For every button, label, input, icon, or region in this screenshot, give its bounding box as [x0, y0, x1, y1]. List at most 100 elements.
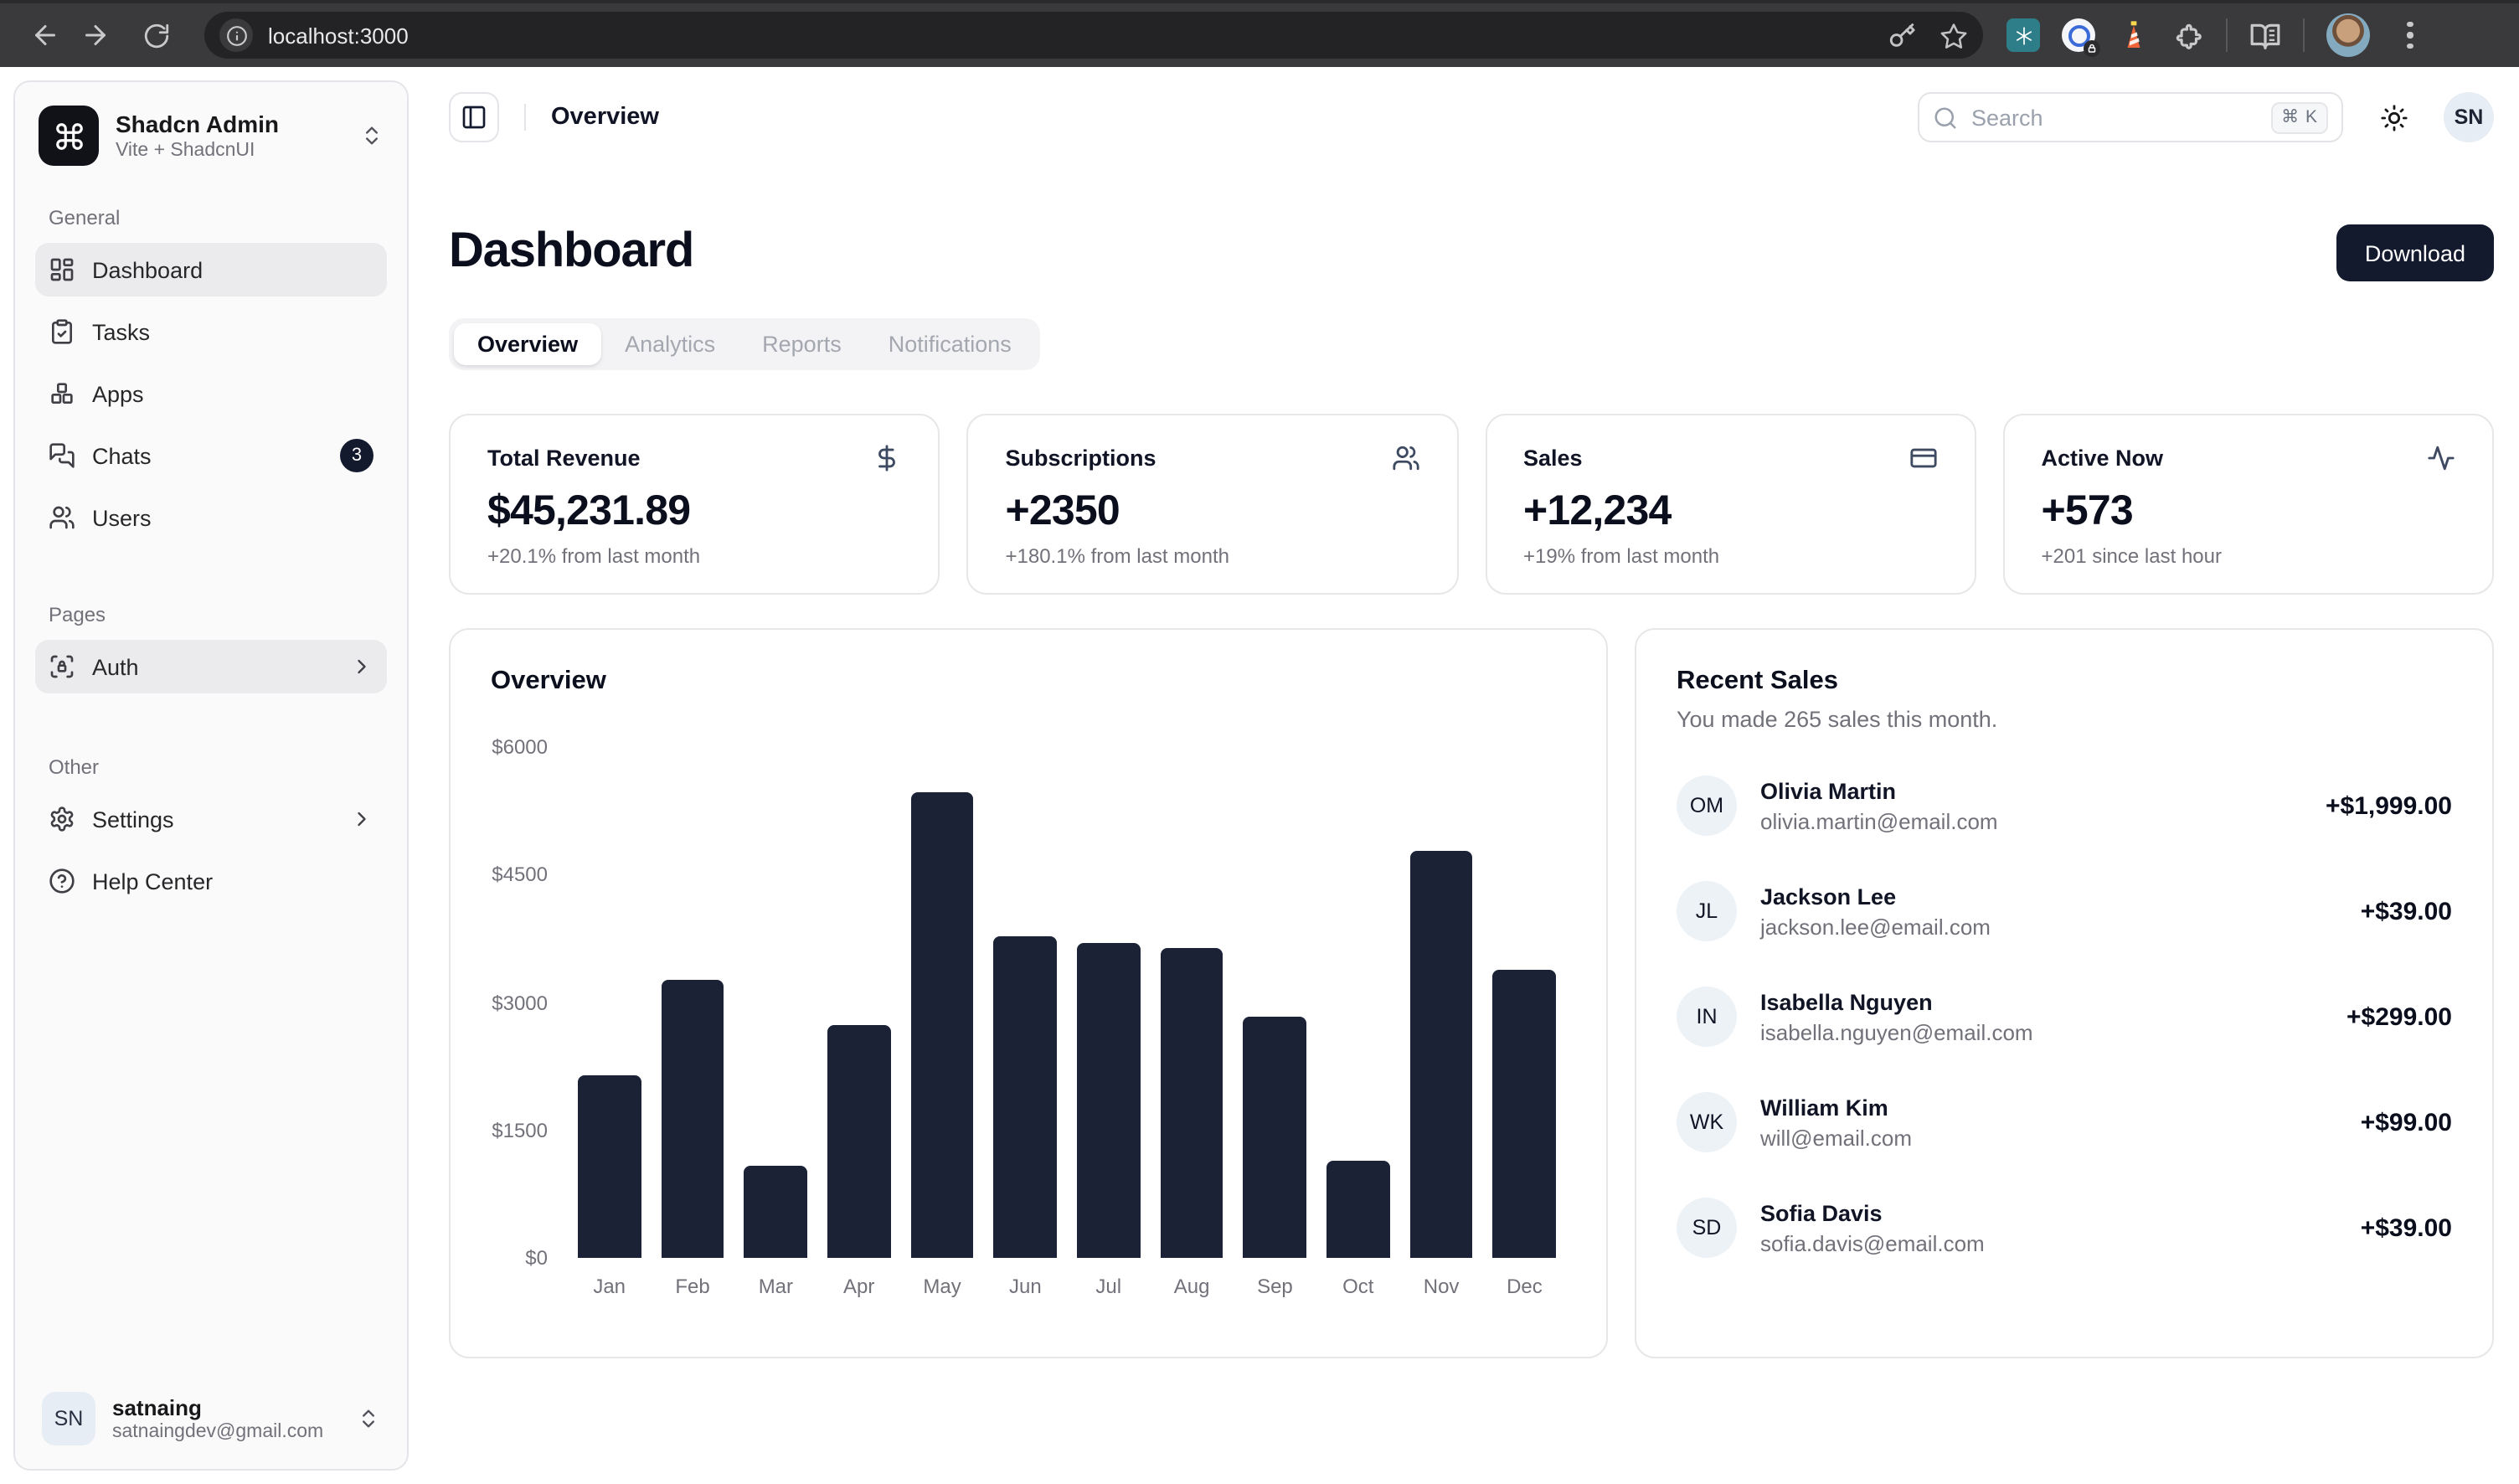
- recent-sales-subtitle: You made 265 sales this month.: [1677, 707, 2452, 732]
- sidebar-user-menu[interactable]: SN satnaing satnaingdev@gmail.com: [35, 1382, 387, 1449]
- chart-bars: [568, 747, 1566, 1258]
- recent-sales-title: Recent Sales: [1677, 667, 2452, 697]
- chevrons-up-down-icon: [360, 124, 384, 147]
- chart-bar: [578, 1075, 641, 1258]
- sidebar-item-help-center[interactable]: Help Center: [35, 854, 387, 908]
- app-name: Shadcn Admin: [116, 111, 279, 141]
- chats-icon: [49, 442, 75, 469]
- chart-x-label: Aug: [1150, 1275, 1233, 1298]
- sale-row: IN Isabella Nguyen isabella.nguyen@email…: [1677, 987, 2452, 1047]
- chart-bar-slot: [1234, 747, 1316, 1258]
- tab-reports[interactable]: Reports: [739, 323, 865, 365]
- chart-bar: [994, 936, 1058, 1258]
- sale-row: OM Olivia Martin olivia.martin@email.com…: [1677, 775, 2452, 836]
- sale-row: JL Jackson Lee jackson.lee@email.com +$3…: [1677, 881, 2452, 941]
- search-placeholder: Search: [1971, 105, 2043, 130]
- credit-card-icon: [1909, 444, 1938, 472]
- chart-bar-slot: [1483, 747, 1566, 1258]
- sidebar-item-apps[interactable]: Apps: [35, 367, 387, 420]
- search-shortcut-kbd: ⌘ K: [2271, 101, 2328, 133]
- download-button[interactable]: Download: [2336, 224, 2494, 281]
- reading-list-icon[interactable]: [2249, 19, 2281, 51]
- site-info-icon[interactable]: [219, 18, 253, 52]
- stat-subtext: +20.1% from last month: [487, 544, 902, 568]
- browser-profile-avatar[interactable]: [2326, 13, 2370, 57]
- theme-toggle-button[interactable]: [2367, 90, 2420, 144]
- stat-subtext: +19% from last month: [1523, 544, 1938, 568]
- extensions-puzzle-icon[interactable]: [2172, 19, 2204, 51]
- overview-chart-card: Overview $6000 $4500 $3000 $1500 $0: [449, 628, 1608, 1358]
- sidebar-item-chats[interactable]: Chats 3: [35, 429, 387, 482]
- sale-name: Olivia Martin: [1760, 778, 1998, 803]
- workspace-switcher[interactable]: Shadcn Admin Vite + ShadcnUI: [35, 99, 387, 166]
- sale-avatar: IN: [1677, 987, 1737, 1047]
- password-key-icon[interactable]: [1888, 21, 1916, 49]
- tab-overview[interactable]: Overview: [454, 323, 601, 365]
- chart-bar: [1244, 1017, 1307, 1258]
- stat-cards-row: Total Revenue $45,231.89 +20.1% from las…: [449, 414, 2494, 595]
- stat-subtext: +201 since last hour: [2042, 544, 2456, 568]
- sale-email: isabella.nguyen@email.com: [1760, 1019, 2033, 1044]
- chart-bar: [1493, 970, 1557, 1258]
- sidebar-item-settings[interactable]: Settings: [35, 792, 387, 846]
- sale-name: William Kim: [1760, 1095, 1912, 1120]
- sidebar-item-users[interactable]: Users: [35, 491, 387, 544]
- chart-bar-slot: [734, 747, 817, 1258]
- sidebar-item-auth[interactable]: Auth: [35, 640, 387, 693]
- browser-reload-button[interactable]: [131, 10, 181, 60]
- chart-bar-slot: [817, 747, 900, 1258]
- browser-back-button[interactable]: [20, 10, 70, 60]
- chart-bar-slot: [984, 747, 1067, 1258]
- extension-password-manager-icon[interactable]: [2062, 18, 2095, 52]
- sidebar-item-dashboard[interactable]: Dashboard: [35, 243, 387, 296]
- sale-amount: +$99.00: [2361, 1108, 2452, 1136]
- browser-forward-button[interactable]: [70, 10, 121, 60]
- chart-x-label: May: [900, 1275, 983, 1298]
- sidebar-section-other: Other: [35, 755, 387, 779]
- tab-notifications[interactable]: Notifications: [865, 323, 1035, 365]
- chevrons-up-down-icon: [357, 1407, 380, 1430]
- profile-avatar-button[interactable]: SN: [2444, 92, 2494, 142]
- sale-avatar: WK: [1677, 1092, 1737, 1152]
- search-input[interactable]: Search ⌘ K: [1918, 92, 2343, 142]
- chart-x-label: Nov: [1399, 1275, 1482, 1298]
- users-icon: [49, 504, 75, 531]
- stat-value: +2350: [1006, 487, 1420, 536]
- chart-y-axis: $6000 $4500 $3000 $1500 $0: [491, 747, 568, 1258]
- sale-email: will@email.com: [1760, 1125, 1912, 1150]
- extension-lighthouse-icon[interactable]: [2117, 18, 2151, 52]
- chart-x-label: Dec: [1483, 1275, 1566, 1298]
- chart-x-label: Jul: [1067, 1275, 1150, 1298]
- recent-sales-card: Recent Sales You made 265 sales this mon…: [1635, 628, 2494, 1358]
- app-logo: [39, 106, 99, 166]
- search-icon: [1933, 105, 1958, 130]
- extension-teal-icon[interactable]: [2006, 18, 2040, 52]
- chart-x-label: Mar: [734, 1275, 817, 1298]
- dashboard-tabs: Overview Analytics Reports Notifications: [449, 318, 1040, 370]
- chart-bar: [661, 980, 724, 1258]
- stat-card-total-revenue: Total Revenue $45,231.89 +20.1% from las…: [449, 414, 940, 595]
- chevron-right-icon: [350, 655, 373, 678]
- tab-analytics[interactable]: Analytics: [601, 323, 739, 365]
- sidebar-toggle-button[interactable]: [449, 92, 499, 142]
- apps-icon: [49, 380, 75, 407]
- chart-bar: [744, 1166, 808, 1258]
- user-name: satnaing: [112, 1394, 323, 1423]
- chart-x-label: Sep: [1234, 1275, 1316, 1298]
- chart-bar-slot: [1067, 747, 1150, 1258]
- toolbar-divider: [2226, 18, 2228, 52]
- stat-card-sales: Sales +12,234 +19% from last month: [1485, 414, 1976, 595]
- chart-x-label: Jun: [984, 1275, 1067, 1298]
- url-text[interactable]: localhost:3000: [268, 23, 409, 48]
- browser-address-bar[interactable]: localhost:3000: [204, 12, 1983, 59]
- browser-menu-icon[interactable]: [2392, 22, 2429, 49]
- stat-value: +12,234: [1523, 487, 1938, 536]
- chart-title: Overview: [491, 667, 1566, 697]
- stat-card-subscriptions: Subscriptions +2350 +180.1% from last mo…: [967, 414, 1459, 595]
- chart-bar: [1409, 851, 1473, 1258]
- sidebar-item-tasks[interactable]: Tasks: [35, 305, 387, 358]
- toolbar-divider: [2303, 18, 2305, 52]
- chart-bar: [827, 1025, 891, 1258]
- bookmark-star-icon[interactable]: [1939, 21, 1968, 49]
- chart-bar: [1160, 948, 1223, 1258]
